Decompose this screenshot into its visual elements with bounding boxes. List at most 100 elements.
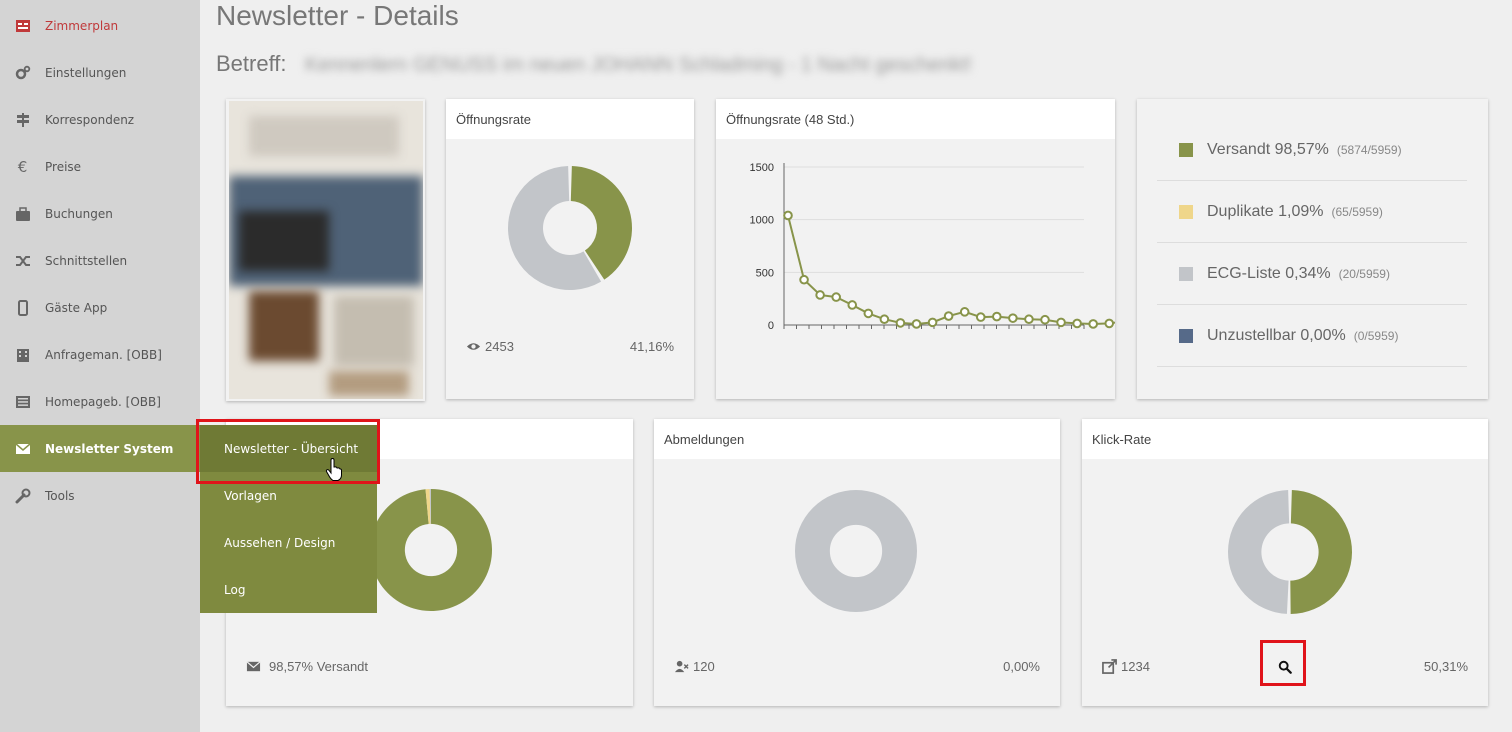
legend-row: Unzustellbar 0,00% (0/5959) [1157,305,1467,367]
list-icon [0,394,45,410]
card-title: Öffnungsrate (48 Std.) [716,99,1115,139]
sidebar-item-zimmerplan[interactable]: Zimmerplan [0,2,200,49]
card-title: Klick-Rate [1082,419,1488,459]
highlight-box-search [1260,640,1306,686]
card-title: Abmeldungen [654,419,1060,459]
sidebar-item-label: Tools [45,488,75,503]
subject-label: Betreff: [216,51,287,76]
data-point [847,300,858,310]
sidebar-item-homepageb[interactable]: Homepageb. [OBB] [0,378,200,425]
submenu-item-log[interactable]: Log [200,566,377,613]
pie-slice [795,490,917,612]
data-point [879,314,890,325]
sidebar-item-gaeste-app[interactable]: Gäste App [0,284,200,331]
euro-icon: € [17,157,28,176]
subject-value: Kennenlern GENUSS im neuen JOHANN Schlad… [305,54,972,76]
sidebar-item-label: Preise [45,159,82,174]
data-point [831,292,841,302]
shuffle-icon [0,253,45,269]
clicks-count: 1234 [1121,659,1150,674]
data-point [863,308,874,319]
data-point [799,274,809,285]
open-rate-views: 2453 [466,339,514,354]
data-point [1024,314,1034,325]
sidebar-item-schnittstellen[interactable]: Schnittstellen [0,237,200,284]
legend-swatch [1179,204,1193,219]
sidebar-item-newsletter-system[interactable]: Newsletter System [0,425,200,472]
sidebar-item-preise[interactable]: € Preise [0,143,200,190]
data-point [815,290,825,300]
data-point [1088,319,1098,329]
room-plan-icon [0,18,45,34]
legend-count: (20/5959) [1338,266,1390,281]
legend-label: Duplikate 1,09% [1207,202,1324,220]
suitcase-icon [0,206,45,222]
data-point [783,210,793,221]
click-percent: 50,31% [1423,659,1468,674]
sidebar-item-label: Einstellungen [45,65,127,80]
sidebar-item-anfrageman[interactable]: Anfrageman. [OBB] [0,331,200,378]
newsletter-preview-image [229,101,423,399]
sent-label: 98,57% Versandt [269,659,369,674]
data-point [1104,318,1115,329]
y-tick-label: 0 [768,320,774,332]
open-rate-48h-chart: 1500 1000 500 0 [750,162,1115,332]
eye-icon [466,343,481,350]
submenu-item-aussehen-design[interactable]: Aussehen / Design [200,519,377,566]
sidebar-item-label: Schnittstellen [45,253,128,268]
legend-row: ECG-Liste 0,34% (20/5959) [1157,243,1467,305]
data-point [1040,314,1050,325]
sidebar-item-tools[interactable]: Tools [0,472,200,519]
unsubscribe-count: 120 [674,659,715,674]
signpost-icon [0,112,45,128]
data-point [992,311,1002,322]
data-point [943,311,954,321]
legend-row: Duplikate 1,09% (65/5959) [1157,181,1467,243]
series-line [787,215,1115,325]
unsubscribe-card: Abmeldungen 120 0,00% [654,419,1060,706]
delivery-sent: 98,57% Versandt [246,659,368,674]
data-point [895,318,906,328]
y-tick-label: 1000 [750,215,774,227]
user-remove-icon [674,660,689,673]
pie-slice [1228,490,1290,614]
sidebar: Zimmerplan Einstellungen Korrespondenz €… [0,0,200,732]
legend-label: ECG-Liste 0,34% [1207,264,1331,282]
sidebar-item-label: Gäste App [45,300,108,315]
card-title: Öffnungsrate [446,99,694,139]
sidebar-item-label: Buchungen [45,206,113,221]
envelope-icon [246,661,261,672]
wrench-icon [0,488,45,504]
open-rate-card: Öffnungsrate 2453 41,16% [446,99,694,399]
legend-swatch [1179,266,1193,281]
data-point [1008,313,1018,323]
y-tick-label: 1500 [750,162,774,174]
legend-label: Unzustellbar 0,00% [1207,326,1346,344]
delivery-donut [370,489,492,611]
open-rate-48h-card: Öffnungsrate (48 Std.) 1500 1000 500 0 [716,99,1115,399]
data-point [975,312,986,322]
data-point [911,319,922,329]
y-tick-label: 500 [756,267,774,279]
building-icon [0,347,45,363]
open-rate-percent: 41,16% [629,339,674,354]
open-rate-donut [507,166,632,290]
unsubscribe-donut [795,490,917,612]
data-point [959,307,970,317]
legend-swatch [1179,142,1193,157]
legend-count: (0/5959) [1353,328,1399,343]
legend-count: (5874/5959) [1336,142,1402,157]
delivery-legend-card: Versandt 98,57% (5874/5959) Duplikate 1,09… [1137,99,1488,399]
legend-row: Versandt 98,57% (5874/5959) [1157,119,1467,181]
sidebar-item-korrespondenz[interactable]: Korrespondenz [0,96,200,143]
sidebar-item-label: Korrespondenz [45,112,135,127]
unsub-count: 120 [693,659,715,674]
sidebar-item-einstellungen[interactable]: Einstellungen [0,49,200,96]
sidebar-item-buchungen[interactable]: Buchungen [0,190,200,237]
sidebar-item-label: Anfrageman. [OBB] [45,347,162,362]
gears-icon [0,65,45,81]
data-point [1072,318,1082,329]
data-point [927,317,938,328]
legend-label: Versandt 98,57% [1207,140,1329,158]
click-count: 1234 [1102,659,1150,674]
